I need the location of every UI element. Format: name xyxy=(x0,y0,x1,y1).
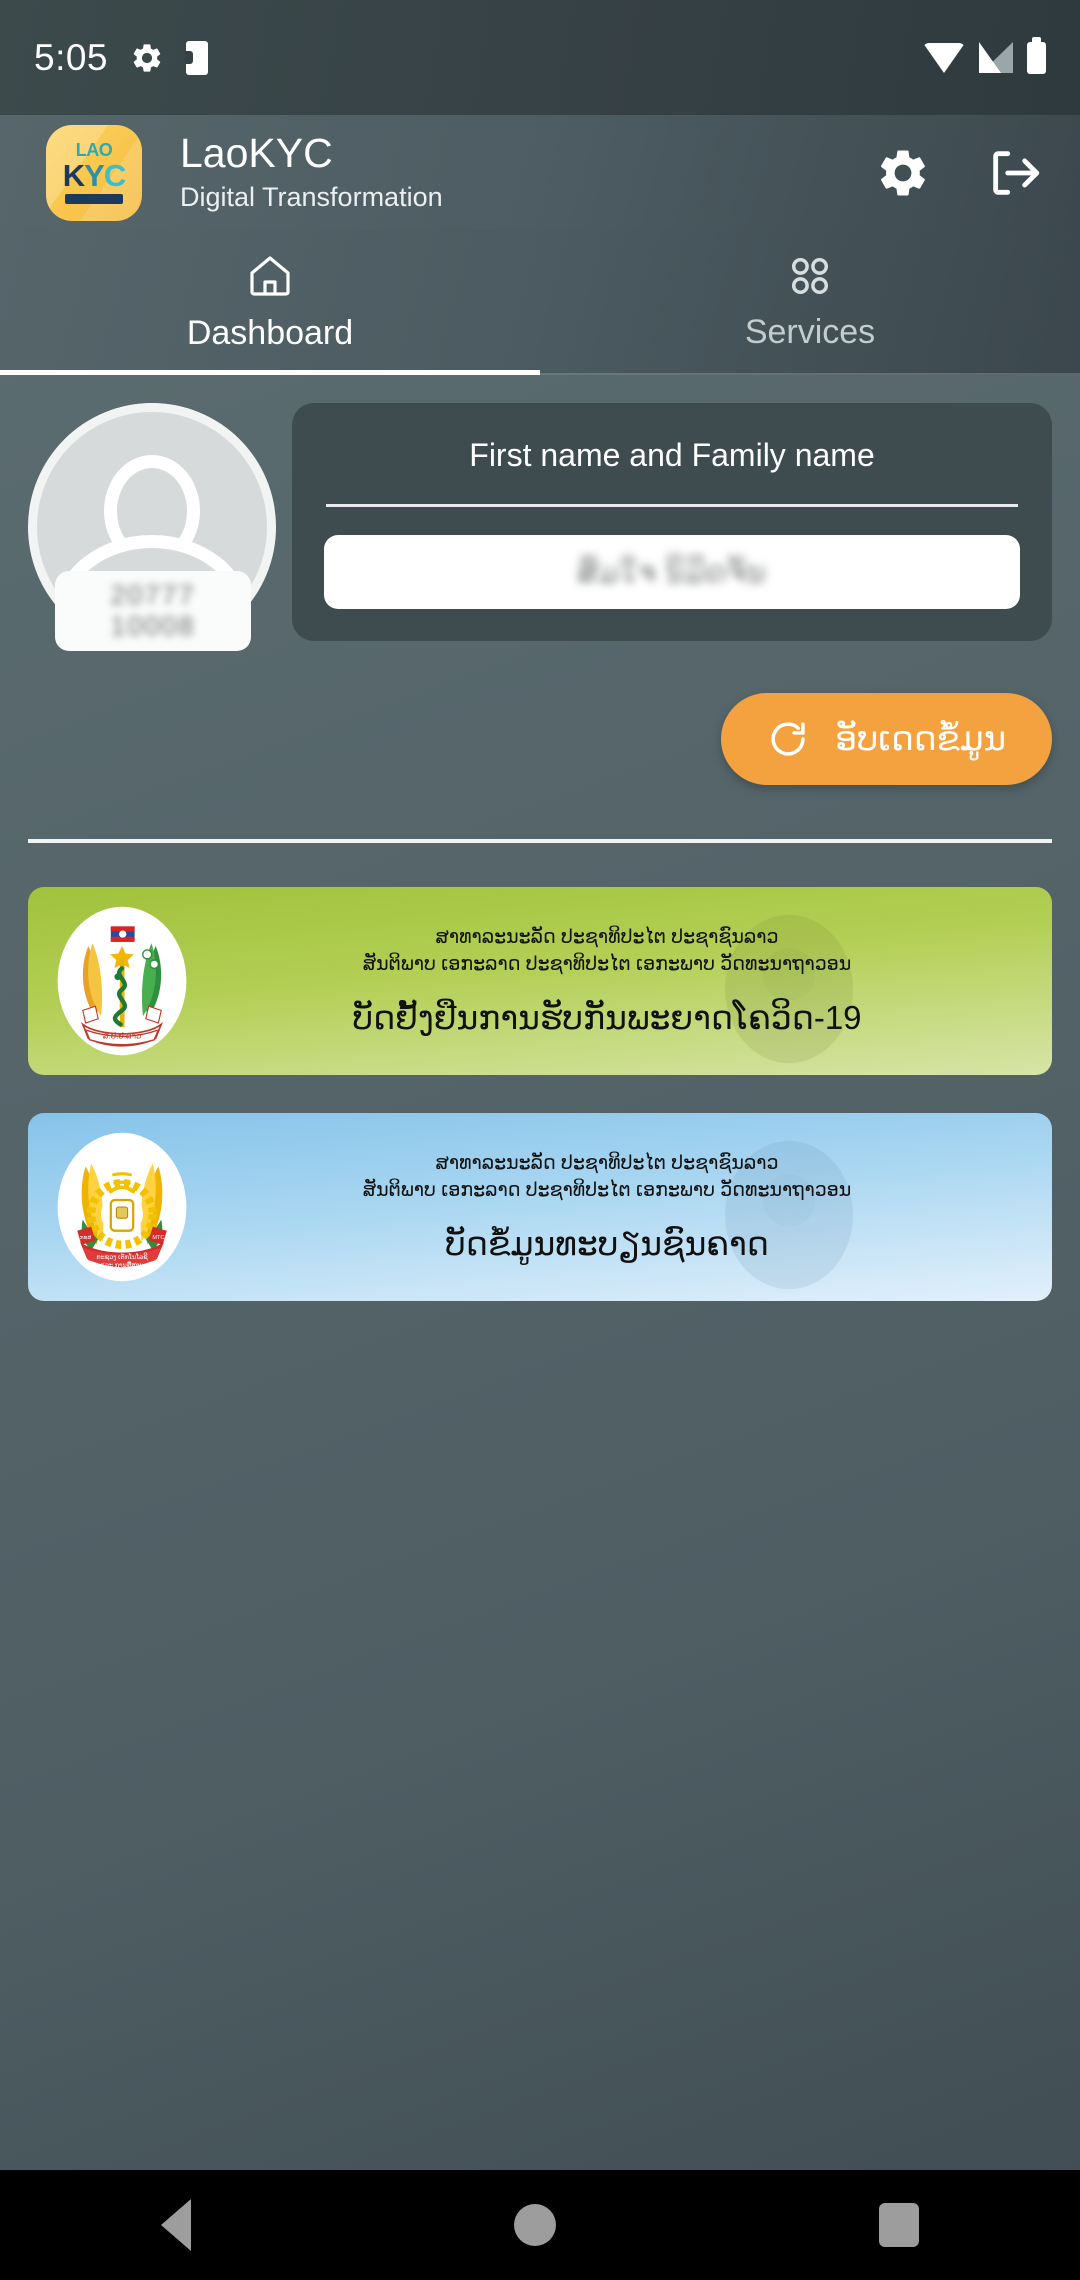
national-id-registry-card[interactable]: ກະຊວງ ເຕັກໂນໂລຊີ ແລະ ການສື່ສານ ກທສ MTC ສ… xyxy=(28,1113,1052,1301)
update-data-label: ອັບເດດຂໍ້ມູນ xyxy=(835,720,1006,758)
covid-card-title: ບັດຢັ້ງຢືນການຮັບກັນພະຍາດໂຄວິດ-19 xyxy=(352,999,862,1037)
tab-services-label: Services xyxy=(744,313,876,351)
tab-active-indicator xyxy=(0,370,540,375)
avatar-block[interactable]: 20777 10008 xyxy=(28,403,278,651)
section-divider xyxy=(28,839,1052,843)
logo-underline xyxy=(65,194,123,204)
covid-vaccination-card[interactable]: ສ.ປ.ປ.ລາວ ສາທາລະນະລັດ ປະຊາທິປະໄຕ ປະຊາຊົນ… xyxy=(28,887,1052,1075)
home-icon xyxy=(250,256,290,296)
svg-text:ແລະ ການສື່ສານ: ແລະ ການສື່ສານ xyxy=(101,1260,144,1269)
tab-dashboard[interactable]: Dashboard xyxy=(0,230,540,375)
tab-dashboard-label: Dashboard xyxy=(186,314,354,352)
name-input[interactable]: ສົມໃຈ ນິມິດຈັນ xyxy=(324,535,1020,609)
name-divider xyxy=(326,504,1018,507)
app-logo: LAO KYC xyxy=(46,124,142,221)
tab-services[interactable]: Services xyxy=(540,230,1080,375)
id-card-line2: ສັນຕິພາບ ເອກະລາດ ປະຊາທິປະໄຕ ເອກະພາບ ວັດທ… xyxy=(362,1179,852,1201)
svg-text:MTC: MTC xyxy=(152,1235,164,1241)
gear-icon xyxy=(881,150,925,195)
logo-kyc-text: KYC xyxy=(62,158,126,193)
status-bar-left: 5:05 xyxy=(34,36,209,79)
svg-text:ກະຊວງ ເຕັກໂນໂລຊີ: ກະຊວງ ເຕັກໂນໂລຊີ xyxy=(96,1252,148,1261)
status-bar: 5:05 xyxy=(0,0,1080,115)
covid-card-line2: ສັນຕິພາບ ເອກະລາດ ປະຊາທິປະໄຕ ເອກະພາບ ວັດທ… xyxy=(362,953,852,975)
name-label: First name and Family name xyxy=(469,437,875,473)
back-icon[interactable] xyxy=(161,2199,192,2251)
gear-icon xyxy=(133,43,161,72)
profile-section: 20777 10008 First name and Family name ສ… xyxy=(0,403,1080,651)
app-title-block: LaoKYC Digital Transformation xyxy=(180,129,443,213)
recents-icon[interactable] xyxy=(878,2203,919,2247)
covid-card-text: ສາທາລະນະລັດ ປະຊາທິປະໄຕ ປະຊາຊົນລາວ ສັນຕິພ… xyxy=(194,925,1030,1038)
refresh-icon xyxy=(771,722,806,756)
app-subtitle: Digital Transformation xyxy=(180,182,443,213)
signal-icon xyxy=(979,42,1013,73)
status-bar-right xyxy=(923,36,1046,74)
settings-button[interactable] xyxy=(872,142,934,204)
svg-text:ກທສ: ກທສ xyxy=(80,1234,92,1241)
svg-text:ສ.ປ.ປ.ລາວ: ສ.ປ.ປ.ລາວ xyxy=(103,1030,142,1040)
lao-mtc-emblem: ກະຊວງ ເຕັກໂນໂລຊີ ແລະ ການສື່ສານ ກທສ MTC xyxy=(57,1132,187,1282)
app-header-actions xyxy=(872,142,1046,204)
grid-icon xyxy=(791,257,829,295)
card-list: ສ.ປ.ປ.ລາວ ສາທາລະນະລັດ ປະຊາທິປະໄຕ ປະຊາຊົນ… xyxy=(0,887,1080,1301)
logout-icon xyxy=(993,150,1040,195)
update-row: ອັບເດດຂໍ້ມູນ xyxy=(0,693,1080,785)
logo-lao-text: LAO xyxy=(75,140,113,160)
battery-icon xyxy=(1027,36,1046,74)
name-value: ສົມໃຈ ນິມິດຈັນ xyxy=(577,556,767,589)
id-number-text: 20777 10008 xyxy=(110,580,196,641)
home-icon[interactable] xyxy=(513,2204,556,2246)
id-card-text: ສາທາລະນະລັດ ປະຊາທິປະໄຕ ປະຊາຊົນລາວ ສັນຕິພ… xyxy=(194,1151,1030,1264)
app-title: LaoKYC xyxy=(180,129,333,176)
app-root: 5:05 LAO KYC LaoKYC Digital Transformati… xyxy=(0,0,1080,2280)
lao-ministry-of-health-emblem: ສ.ປ.ປ.ລາວ xyxy=(57,906,187,1056)
covid-card-line1: ສາທາລະນະລັດ ປະຊາທິປະໄຕ ປະຊາຊົນລາວ xyxy=(435,926,779,948)
update-data-button[interactable]: ອັບເດດຂໍ້ມູນ xyxy=(721,693,1052,785)
wifi-icon xyxy=(923,42,965,73)
name-card: First name and Family name ສົມໃຈ ນິມິດຈັ… xyxy=(292,403,1052,641)
id-number-badge: 20777 10008 xyxy=(55,571,251,651)
app-header: LAO KYC LaoKYC Digital Transformation xyxy=(0,115,1080,230)
logout-button[interactable] xyxy=(984,142,1046,204)
id-card-title: ບັດຂໍ້ມູນທະບຽນຊົນຄາດ xyxy=(445,1225,769,1263)
id-card-line1: ສາທາລະນະລັດ ປະຊາທິປະໄຕ ປະຊາຊົນລາວ xyxy=(435,1152,779,1174)
tab-bar: Dashboard Services xyxy=(0,230,1080,375)
note-icon xyxy=(185,40,209,75)
status-bar-clock: 5:05 xyxy=(34,36,109,78)
android-navigation-bar xyxy=(0,2170,1080,2280)
